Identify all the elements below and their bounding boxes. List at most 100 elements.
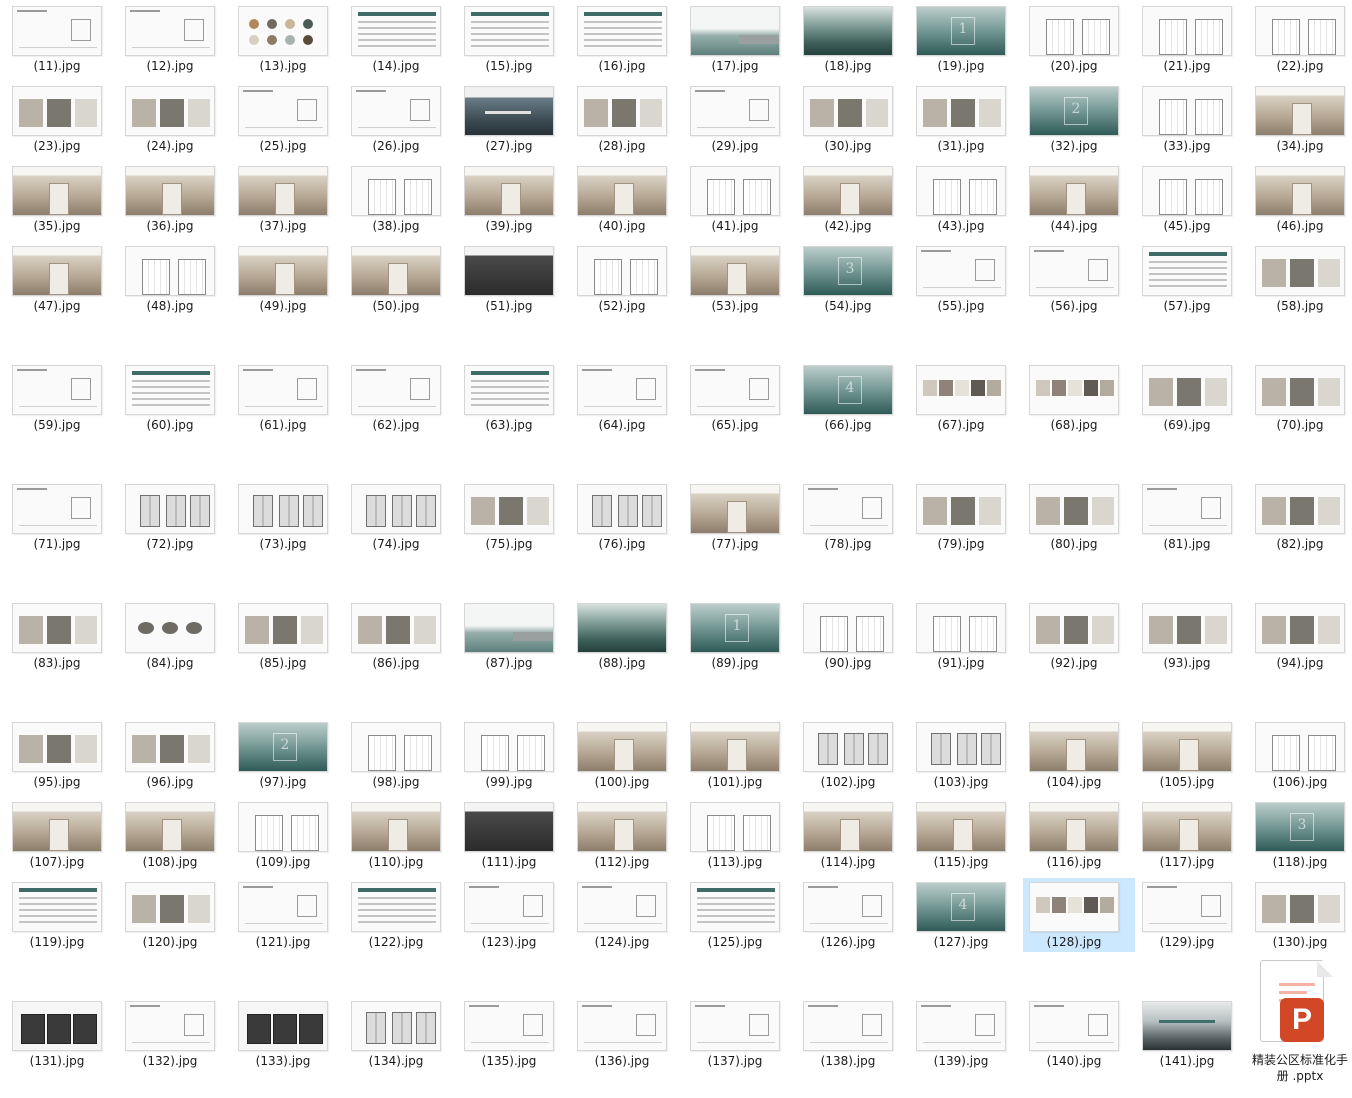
file-item[interactable]: (43).jpg <box>910 162 1022 236</box>
file-item[interactable]: (17).jpg <box>684 2 796 76</box>
file-item[interactable]: (103).jpg <box>910 718 1022 792</box>
file-item[interactable]: (40).jpg <box>571 162 683 236</box>
file-item[interactable]: (25).jpg <box>232 82 344 156</box>
file-item[interactable]: (62).jpg <box>345 361 457 435</box>
file-item[interactable]: (37).jpg <box>232 162 344 236</box>
file-item[interactable]: (24).jpg <box>119 82 231 156</box>
file-item[interactable]: (140).jpg <box>1023 997 1135 1071</box>
file-item[interactable]: (50).jpg <box>345 242 457 316</box>
file-item[interactable]: (135).jpg <box>458 997 570 1071</box>
file-item[interactable]: (119).jpg <box>6 878 118 952</box>
file-item[interactable]: (138).jpg <box>797 997 909 1071</box>
file-item[interactable]: (95).jpg <box>6 718 118 792</box>
file-item[interactable]: (126).jpg <box>797 878 909 952</box>
file-item[interactable]: (68).jpg <box>1023 361 1135 435</box>
file-item[interactable]: (134).jpg <box>345 997 457 1071</box>
file-item[interactable]: (74).jpg <box>345 480 457 554</box>
file-item[interactable]: (93).jpg <box>1136 599 1248 673</box>
file-item[interactable]: (69).jpg <box>1136 361 1248 435</box>
file-item[interactable]: (84).jpg <box>119 599 231 673</box>
file-item[interactable]: (42).jpg <box>797 162 909 236</box>
file-item[interactable]: (123).jpg <box>458 878 570 952</box>
file-item[interactable]: (120).jpg <box>119 878 231 952</box>
file-item[interactable]: (11).jpg <box>6 2 118 76</box>
file-item[interactable]: (141).jpg <box>1136 997 1248 1071</box>
file-item[interactable]: 4 (66).jpg <box>797 361 909 435</box>
file-item[interactable]: (99).jpg <box>458 718 570 792</box>
file-item[interactable]: (21).jpg <box>1136 2 1248 76</box>
file-item[interactable]: (16).jpg <box>571 2 683 76</box>
file-item[interactable]: (92).jpg <box>1023 599 1135 673</box>
file-item[interactable]: (90).jpg <box>797 599 909 673</box>
file-item[interactable]: (36).jpg <box>119 162 231 236</box>
file-item[interactable]: 2 (97).jpg <box>232 718 344 792</box>
file-item[interactable]: (46).jpg <box>1249 162 1352 236</box>
file-item[interactable]: (101).jpg <box>684 718 796 792</box>
file-item[interactable]: (139).jpg <box>910 997 1022 1071</box>
file-item[interactable]: (137).jpg <box>684 997 796 1071</box>
file-item[interactable]: (27).jpg <box>458 82 570 156</box>
file-item[interactable]: (39).jpg <box>458 162 570 236</box>
file-item[interactable]: (79).jpg <box>910 480 1022 554</box>
file-item[interactable]: (18).jpg <box>797 2 909 76</box>
file-item[interactable]: (71).jpg <box>6 480 118 554</box>
file-item[interactable]: (133).jpg <box>232 997 344 1071</box>
file-item[interactable]: (83).jpg <box>6 599 118 673</box>
file-item[interactable]: (55).jpg <box>910 242 1022 316</box>
file-item[interactable]: (75).jpg <box>458 480 570 554</box>
file-item[interactable]: (136).jpg <box>571 997 683 1071</box>
file-item[interactable]: (131).jpg <box>6 997 118 1071</box>
file-item[interactable]: (57).jpg <box>1136 242 1248 316</box>
file-item[interactable]: (81).jpg <box>1136 480 1248 554</box>
file-item[interactable]: (34).jpg <box>1249 82 1352 156</box>
file-item[interactable]: (12).jpg <box>119 2 231 76</box>
file-item[interactable]: (88).jpg <box>571 599 683 673</box>
file-item[interactable]: (111).jpg <box>458 798 570 872</box>
file-item[interactable]: 3 (118).jpg <box>1249 798 1352 872</box>
file-item[interactable]: (124).jpg <box>571 878 683 952</box>
file-item[interactable]: (22).jpg <box>1249 2 1352 76</box>
file-item[interactable]: (85).jpg <box>232 599 344 673</box>
file-item[interactable]: (104).jpg <box>1023 718 1135 792</box>
file-item[interactable]: (26).jpg <box>345 82 457 156</box>
file-item[interactable]: (48).jpg <box>119 242 231 316</box>
file-item[interactable]: (45).jpg <box>1136 162 1248 236</box>
file-item[interactable]: (60).jpg <box>119 361 231 435</box>
file-item[interactable]: (78).jpg <box>797 480 909 554</box>
file-item[interactable]: (20).jpg <box>1023 2 1135 76</box>
file-item[interactable]: (41).jpg <box>684 162 796 236</box>
file-item[interactable]: (121).jpg <box>232 878 344 952</box>
file-item[interactable]: (49).jpg <box>232 242 344 316</box>
file-item[interactable]: (28).jpg <box>571 82 683 156</box>
file-item[interactable]: (14).jpg <box>345 2 457 76</box>
file-item[interactable]: (96).jpg <box>119 718 231 792</box>
file-item[interactable]: (29).jpg <box>684 82 796 156</box>
file-item[interactable]: (67).jpg <box>910 361 1022 435</box>
file-item[interactable]: 4 (127).jpg <box>910 878 1022 952</box>
file-item[interactable]: (114).jpg <box>797 798 909 872</box>
file-item[interactable]: (115).jpg <box>910 798 1022 872</box>
file-item[interactable]: (82).jpg <box>1249 480 1352 554</box>
file-item[interactable]: (125).jpg <box>684 878 796 952</box>
file-item[interactable]: (106).jpg <box>1249 718 1352 792</box>
file-item[interactable]: (35).jpg <box>6 162 118 236</box>
file-item[interactable]: (63).jpg <box>458 361 570 435</box>
file-item[interactable]: (64).jpg <box>571 361 683 435</box>
file-item[interactable]: (76).jpg <box>571 480 683 554</box>
file-item[interactable]: (94).jpg <box>1249 599 1352 673</box>
file-item[interactable]: (109).jpg <box>232 798 344 872</box>
pptx-file-item[interactable]: P 精装公区标准化手册 .pptx <box>1252 960 1348 1090</box>
file-item[interactable]: (116).jpg <box>1023 798 1135 872</box>
file-item[interactable]: (44).jpg <box>1023 162 1135 236</box>
file-item[interactable]: (100).jpg <box>571 718 683 792</box>
file-item[interactable]: (132).jpg <box>119 997 231 1071</box>
file-item[interactable]: (73).jpg <box>232 480 344 554</box>
file-item[interactable]: (52).jpg <box>571 242 683 316</box>
file-item[interactable]: (80).jpg <box>1023 480 1135 554</box>
file-item[interactable]: (58).jpg <box>1249 242 1352 316</box>
file-item[interactable]: (70).jpg <box>1249 361 1352 435</box>
file-item[interactable]: (59).jpg <box>6 361 118 435</box>
file-item[interactable]: (113).jpg <box>684 798 796 872</box>
file-item[interactable]: (112).jpg <box>571 798 683 872</box>
file-item[interactable]: (87).jpg <box>458 599 570 673</box>
